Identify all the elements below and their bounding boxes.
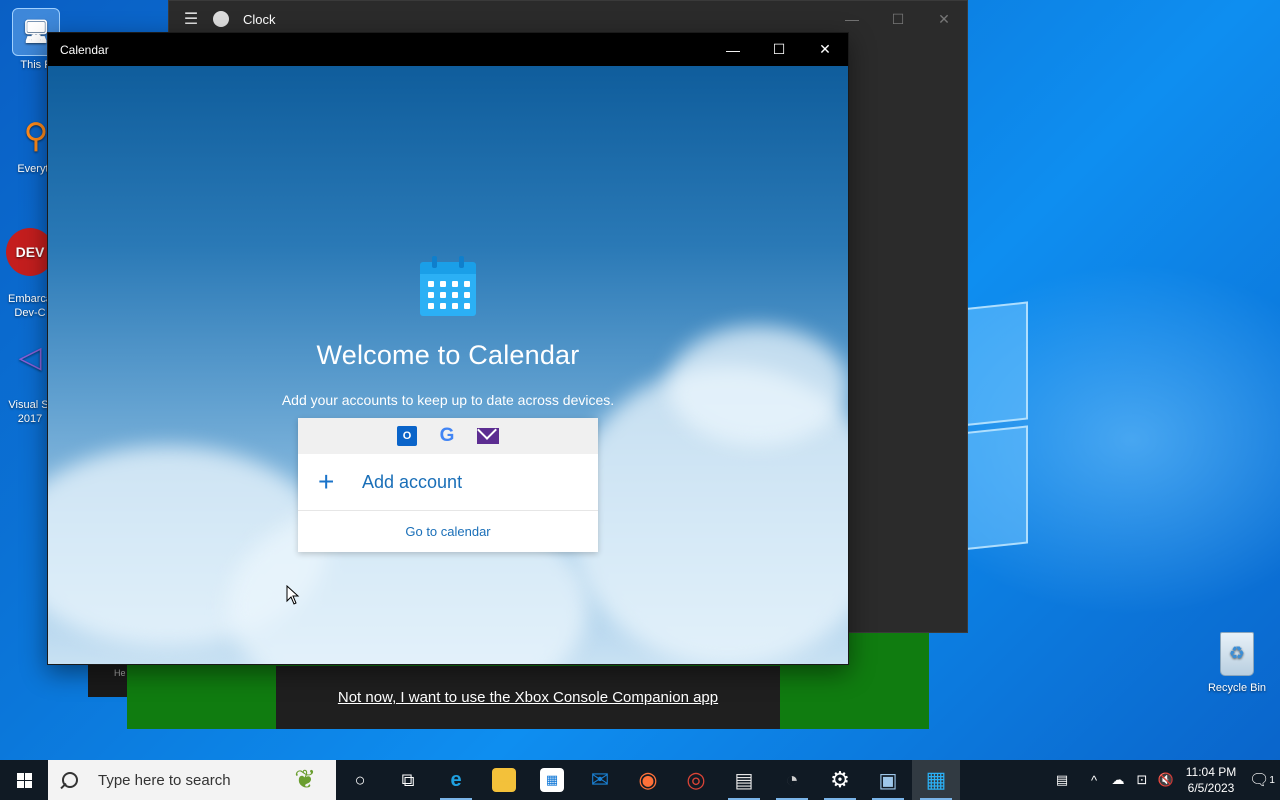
close-button[interactable]: ✕ (921, 11, 967, 28)
welcome-title: Welcome to Calendar (316, 340, 580, 370)
minimize-button[interactable]: — (710, 33, 756, 66)
news-widget-icon[interactable]: ▤ (1042, 772, 1082, 788)
calendar-welcome-panel: Welcome to Calendar Add your accounts to… (48, 66, 848, 664)
mail-icon (477, 428, 499, 444)
onedrive-cloud-icon[interactable]: ☁ (1106, 772, 1130, 788)
calendar-icon: ▦ (925, 767, 947, 792)
chevron-up-icon[interactable]: ^ (1082, 773, 1106, 788)
taskbar-clock[interactable]: ◔ (768, 760, 816, 800)
background-window-text: He (114, 668, 126, 678)
taskbar-chrome[interactable]: ◎ (672, 760, 720, 800)
taskbar: Type here to search ❦ ○ ⧉ e ▬ ▦ ✉ ◉ ◎ ▤ … (0, 760, 1280, 800)
recycle-bin-label: Recycle Bin (1207, 682, 1267, 694)
taskbar-settings[interactable]: ⚙ (816, 760, 864, 800)
search-highlight-plant-icon: ❦ (294, 764, 316, 794)
edge-icon: e (450, 768, 462, 791)
notification-count: 1 (1269, 774, 1275, 786)
go-to-calendar-button[interactable]: Go to calendar (298, 511, 598, 551)
add-account-label: Add account (362, 471, 463, 492)
xbox-link-panel: Not now, I want to use the Xbox Console … (276, 666, 780, 729)
outlook-icon: O (397, 426, 417, 446)
taskbar-edge[interactable]: e (432, 760, 480, 800)
maximize-button[interactable]: ☐ (756, 33, 802, 66)
add-account-button[interactable]: + Add account (298, 454, 598, 511)
calendar-icon (420, 256, 476, 316)
action-center-button[interactable]: 🗨 1 (1244, 760, 1280, 800)
network-icon[interactable]: ⊡ (1130, 772, 1154, 788)
provider-row: O G (298, 418, 598, 454)
search-icon (62, 772, 78, 788)
plus-icon: + (318, 466, 335, 497)
xbox-companion-link[interactable]: Not now, I want to use the Xbox Console … (338, 689, 718, 706)
maximize-button[interactable]: ☐ (875, 11, 921, 28)
windows-logo-wallpaper (960, 301, 1030, 555)
minimize-button[interactable]: — (829, 11, 875, 28)
task-view-icon: ⧉ (401, 769, 415, 790)
firefox-icon: ◉ (638, 767, 658, 792)
clock-app-icon (213, 11, 229, 27)
store-icon: ▦ (540, 768, 564, 792)
calendar-window-title: Calendar (60, 42, 109, 57)
start-button[interactable] (0, 760, 48, 800)
volume-muted-icon[interactable]: 🔇 (1154, 772, 1178, 788)
welcome-subtitle: Add your accounts to keep up to date acr… (281, 392, 615, 408)
close-button[interactable]: ✕ (802, 33, 848, 66)
taskbar-firefox[interactable]: ◉ (624, 760, 672, 800)
hamburger-menu-icon[interactable]: ☰ (169, 9, 213, 29)
calendar-titlebar: Calendar — ☐ ✕ (48, 33, 848, 66)
taskbar-books[interactable]: ▤ (720, 760, 768, 800)
taskbar-mail[interactable]: ✉ (576, 760, 624, 800)
account-card: O G + Add account Go to calendar (298, 418, 598, 552)
taskbar-search-box[interactable]: Type here to search ❦ (48, 760, 336, 800)
cortana-button[interactable]: ○ (336, 760, 384, 800)
calendar-window: Calendar — ☐ ✕ Welcome to Calendar Add y… (47, 32, 849, 665)
mail-icon: ✉ (590, 767, 610, 792)
network-app-icon: ▣ (878, 769, 898, 792)
search-placeholder: Type here to search (98, 771, 231, 789)
clock-icon: ◔ (785, 767, 799, 792)
windows-start-icon (16, 772, 32, 788)
taskbar-store[interactable]: ▦ (528, 760, 576, 800)
tray-time: 11:04 PM (1185, 765, 1237, 779)
taskbar-calendar[interactable]: ▦ (912, 760, 960, 800)
tray-clock[interactable]: 11:04 PM 6/5/2023 (1178, 764, 1244, 796)
system-tray: ▤ ^ ☁ ⊡ 🔇 11:04 PM 6/5/2023 🗨 1 (1042, 760, 1280, 800)
go-to-calendar-label: Go to calendar (405, 523, 491, 539)
background-window-strip: He (88, 664, 128, 697)
desktop-icon-recycle-bin[interactable]: Recycle Bin (1204, 632, 1270, 694)
recycle-bin-icon (1220, 632, 1254, 676)
chrome-icon: ◎ (686, 767, 706, 792)
gear-icon: ⚙ (830, 767, 850, 792)
taskbar-network-app[interactable]: ▣ (864, 760, 912, 800)
books-icon: ▤ (734, 769, 754, 792)
task-view-button[interactable]: ⧉ (384, 760, 432, 800)
notification-icon: 🗨 (1249, 772, 1270, 789)
clock-window-title: Clock (243, 11, 276, 27)
cortana-icon: ○ (354, 769, 366, 790)
taskbar-file-explorer[interactable]: ▬ (480, 760, 528, 800)
tray-date: 6/5/2023 (1187, 781, 1235, 795)
folder-icon: ▬ (492, 768, 516, 792)
google-icon: G (439, 425, 455, 446)
